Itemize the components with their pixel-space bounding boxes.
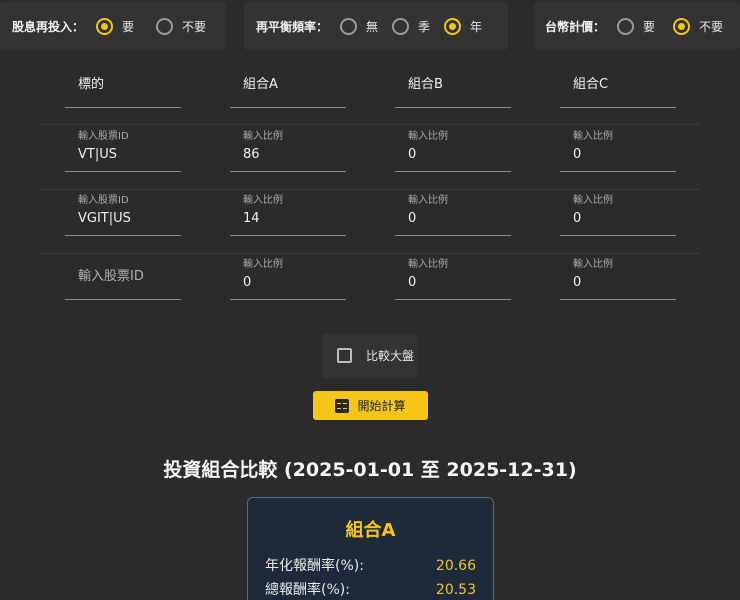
rebalance-panel: 再平衡頻率： 無 季 年	[244, 2, 508, 50]
ratio-input-a-row2[interactable]: 輸入比例 14	[230, 194, 346, 236]
dividend-reinvest-panel: 股息再投入： 要 不要	[0, 2, 226, 50]
ratio-field-label: 輸入比例	[408, 195, 448, 206]
ratio-input-c-row3[interactable]: 輸入比例 0	[560, 258, 676, 300]
radio-label: 不要	[699, 19, 724, 34]
ticker-field-label: 輸入股票ID	[78, 131, 129, 142]
ticker-placeholder: 輸入股票ID	[78, 269, 144, 284]
twd-no-radio[interactable]: 不要	[673, 17, 724, 35]
ratio-value: 0	[408, 147, 417, 162]
radio-selected-icon	[673, 17, 691, 35]
header-portfolio-c: 組合C	[560, 74, 676, 108]
row-divider	[41, 253, 700, 254]
ratio-field-label: 輸入比例	[408, 131, 448, 142]
ratio-field-label: 輸入比例	[573, 195, 613, 206]
ratio-field-label: 輸入比例	[408, 259, 448, 270]
metric-value: 20.53	[435, 582, 476, 598]
dividend-reinvest-label: 股息再投入：	[12, 19, 85, 34]
ticker-input-row1[interactable]: 輸入股票ID VT|US	[65, 130, 181, 172]
ratio-value: 14	[243, 211, 260, 226]
rebalance-year-radio[interactable]: 年	[444, 17, 483, 35]
ratio-field-label: 輸入比例	[243, 131, 283, 142]
radio-label: 無	[366, 19, 379, 34]
metric-row-total: 總報酬率(%): 20.53	[248, 578, 493, 600]
header-ticker: 標的	[65, 74, 181, 108]
radio-label: 季	[418, 19, 431, 34]
radio-label: 不要	[182, 19, 207, 34]
row-divider	[41, 124, 700, 125]
ticker-input-row3[interactable]: 輸入股票ID	[65, 265, 181, 300]
ratio-value: 0	[573, 211, 582, 226]
ticker-input-row2[interactable]: 輸入股票ID VGIT|US	[65, 194, 181, 236]
ratio-field-label: 輸入比例	[243, 195, 283, 206]
dividend-no-radio[interactable]: 不要	[156, 17, 207, 35]
rebalance-label: 再平衡頻率：	[256, 19, 329, 34]
ratio-value: 0	[408, 275, 417, 290]
compare-market-checkbox[interactable]: 比較大盤	[322, 333, 418, 378]
ticker-value: VT|US	[78, 147, 117, 162]
rebalance-quarter-radio[interactable]: 季	[392, 17, 431, 35]
dividend-yes-radio[interactable]: 要	[96, 17, 135, 35]
radio-unselected-icon	[340, 17, 358, 35]
start-calculation-button[interactable]: 開始計算	[313, 391, 428, 420]
ratio-input-c-row2[interactable]: 輸入比例 0	[560, 194, 676, 236]
start-calculation-label: 開始計算	[357, 399, 406, 413]
ratio-value: 0	[408, 211, 417, 226]
ticker-field-label: 輸入股票ID	[78, 195, 129, 206]
compare-market-label: 比較大盤	[366, 349, 415, 363]
metric-label: 總報酬率(%):	[265, 582, 350, 598]
ratio-value: 86	[243, 147, 260, 162]
header-label: 標的	[78, 77, 105, 92]
radio-label: 要	[122, 19, 135, 34]
radio-unselected-icon	[156, 17, 174, 35]
ratio-field-label: 輸入比例	[243, 259, 283, 270]
twd-pricing-panel: 台幣計價： 要 不要	[533, 2, 740, 50]
radio-unselected-icon	[392, 17, 410, 35]
checkbox-unchecked-icon	[337, 348, 352, 363]
ratio-value: 0	[243, 275, 252, 290]
calculator-icon	[335, 398, 350, 413]
ratio-input-c-row1[interactable]: 輸入比例 0	[560, 130, 676, 172]
card-title: 組合A	[345, 520, 396, 541]
radio-label: 要	[643, 19, 656, 34]
twd-yes-radio[interactable]: 要	[617, 17, 656, 35]
ratio-input-b-row2[interactable]: 輸入比例 0	[395, 194, 511, 236]
twd-pricing-label: 台幣計價：	[545, 19, 606, 34]
ratio-input-b-row3[interactable]: 輸入比例 0	[395, 258, 511, 300]
rebalance-none-radio[interactable]: 無	[340, 17, 379, 35]
ratio-input-a-row1[interactable]: 輸入比例 86	[230, 130, 346, 172]
ratio-input-a-row3[interactable]: 輸入比例 0	[230, 258, 346, 300]
metric-row-annualized: 年化報酬率(%): 20.66	[248, 554, 493, 578]
metric-label: 年化報酬率(%):	[265, 558, 364, 574]
ratio-input-b-row1[interactable]: 輸入比例 0	[395, 130, 511, 172]
header-label: 組合B	[408, 77, 443, 92]
header-portfolio-a: 組合A	[230, 74, 346, 108]
ratio-field-label: 輸入比例	[573, 131, 613, 142]
radio-label: 年	[470, 19, 483, 34]
metric-value: 20.66	[435, 558, 476, 574]
radio-selected-icon	[444, 17, 462, 35]
portfolio-a-result-card: 組合A 年化報酬率(%): 20.66 總報酬率(%): 20.53	[247, 497, 494, 600]
ticker-value: VGIT|US	[78, 211, 131, 226]
radio-selected-icon	[96, 17, 114, 35]
ratio-value: 0	[573, 275, 582, 290]
portfolio-comparison-title: 投資組合比較 (2025-01-01 至 2025-12-31)	[163, 459, 577, 481]
ratio-field-label: 輸入比例	[573, 259, 613, 270]
ratio-value: 0	[573, 147, 582, 162]
row-divider	[41, 189, 700, 190]
header-label: 組合A	[243, 77, 278, 92]
header-label: 組合C	[573, 77, 609, 92]
header-portfolio-b: 組合B	[395, 74, 511, 108]
radio-unselected-icon	[617, 17, 635, 35]
